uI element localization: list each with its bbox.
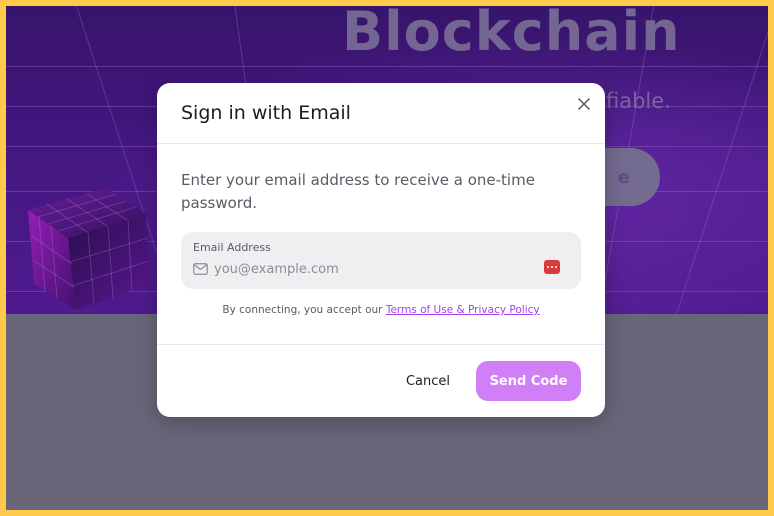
email-field-label: Email Address — [193, 241, 271, 254]
modal-description: Enter your email address to receive a on… — [181, 171, 535, 212]
password-manager-icon[interactable] — [544, 260, 560, 274]
email-field[interactable]: Email Address — [181, 232, 581, 289]
email-input[interactable] — [214, 258, 534, 280]
send-code-button[interactable]: Send Code — [476, 361, 581, 401]
terms-notice: By connecting, you accept our Terms of U… — [157, 304, 605, 316]
terms-prefix: By connecting, you accept our — [222, 304, 386, 316]
terms-link[interactable]: Terms of Use & Privacy Policy — [386, 304, 540, 316]
cancel-button[interactable]: Cancel — [393, 365, 463, 397]
sign-in-modal: Sign in with Email Enter your email addr… — [157, 83, 605, 417]
close-icon — [578, 98, 590, 110]
modal-title: Sign in with Email — [181, 102, 351, 124]
header-divider — [157, 143, 605, 144]
close-button[interactable] — [575, 95, 593, 113]
mail-icon — [193, 263, 208, 275]
footer-divider — [157, 344, 605, 345]
